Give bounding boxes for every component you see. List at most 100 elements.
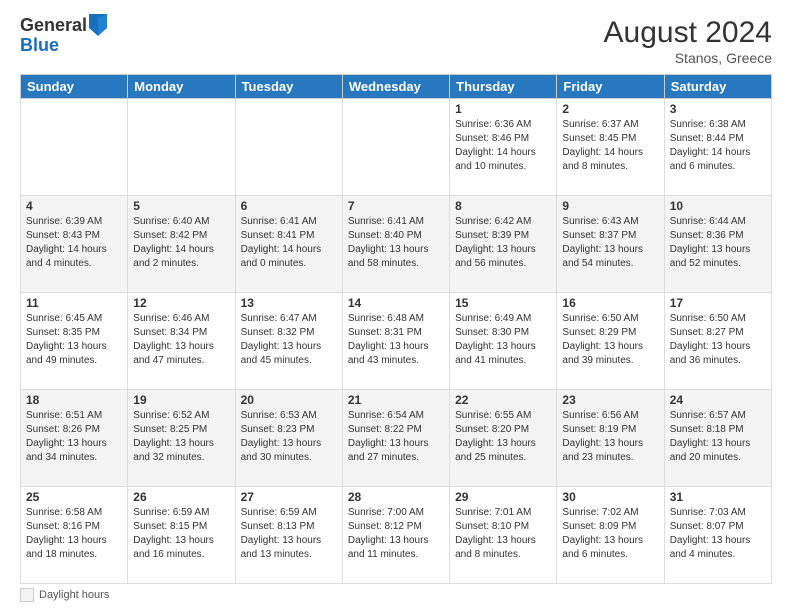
table-row: 14Sunrise: 6:48 AMSunset: 8:31 PMDayligh… <box>342 293 449 390</box>
day-number: 4 <box>26 199 122 213</box>
header-row: Sunday Monday Tuesday Wednesday Thursday… <box>21 75 772 99</box>
day-info: Sunrise: 6:51 AMSunset: 8:26 PMDaylight:… <box>26 409 122 465</box>
table-row: 22Sunrise: 6:55 AMSunset: 8:20 PMDayligh… <box>450 390 557 487</box>
week-row-1: 1 Sunrise: 6:36 AMSunset: 8:46 PMDaylight… <box>21 99 772 196</box>
col-sunday: Sunday <box>21 75 128 99</box>
day-info: Sunrise: 6:50 AMSunset: 8:29 PMDaylight:… <box>562 312 658 368</box>
day-info: Sunrise: 6:37 AMSunset: 8:45 PMDaylight:… <box>562 118 658 174</box>
day-number: 5 <box>133 199 229 213</box>
table-row: 5Sunrise: 6:40 AMSunset: 8:42 PMDaylight… <box>128 196 235 293</box>
table-row: 16 Sunrise: 6:50 AMSunset: 8:29 PMDayligh… <box>557 293 664 390</box>
day-info: Sunrise: 6:59 AMSunset: 8:13 PMDaylight:… <box>241 506 337 562</box>
day-number: 16 <box>562 296 658 310</box>
table-row: 19Sunrise: 6:52 AMSunset: 8:25 PMDayligh… <box>128 390 235 487</box>
logo-icon <box>89 14 107 36</box>
day-info: Sunrise: 6:43 AMSunset: 8:37 PMDaylight:… <box>562 215 658 271</box>
day-number: 3 <box>670 102 766 116</box>
table-row: 6Sunrise: 6:41 AMSunset: 8:41 PMDaylight… <box>235 196 342 293</box>
table-row: 3Sunrise: 6:38 AMSunset: 8:44 PMDaylight… <box>664 99 771 196</box>
day-info: Sunrise: 6:45 AMSunset: 8:35 PMDaylight:… <box>26 312 122 368</box>
day-number: 21 <box>348 393 444 407</box>
calendar: Sunday Monday Tuesday Wednesday Thursday… <box>20 74 772 584</box>
table-row: 21 Sunrise: 6:54 AMSunset: 8:22 PMDayligh… <box>342 390 449 487</box>
week-row-4: 18 Sunrise: 6:51 AMSunset: 8:26 PMDayligh… <box>21 390 772 487</box>
table-row: 9 Sunrise: 6:43 AMSunset: 8:37 PMDaylight… <box>557 196 664 293</box>
table-row <box>128 99 235 196</box>
table-row: 17Sunrise: 6:50 AMSunset: 8:27 PMDayligh… <box>664 293 771 390</box>
table-row: 25 Sunrise: 6:58 AMSunset: 8:16 PMDayligh… <box>21 487 128 584</box>
col-monday: Monday <box>128 75 235 99</box>
location: Stanos, Greece <box>604 50 772 66</box>
day-info: Sunrise: 6:48 AMSunset: 8:31 PMDaylight:… <box>348 312 444 368</box>
table-row: 10Sunrise: 6:44 AMSunset: 8:36 PMDayligh… <box>664 196 771 293</box>
day-info: Sunrise: 6:41 AMSunset: 8:40 PMDaylight:… <box>348 215 444 271</box>
day-number: 26 <box>133 490 229 504</box>
table-row <box>21 99 128 196</box>
month-year: August 2024 <box>604 16 772 50</box>
title-section: August 2024 Stanos, Greece <box>604 16 772 66</box>
header: General Blue August 2024 Stanos, Greece <box>20 16 772 66</box>
day-info: Sunrise: 6:54 AMSunset: 8:22 PMDaylight:… <box>348 409 444 465</box>
day-info: Sunrise: 6:53 AMSunset: 8:23 PMDaylight:… <box>241 409 337 465</box>
col-thursday: Thursday <box>450 75 557 99</box>
day-number: 8 <box>455 199 551 213</box>
col-wednesday: Wednesday <box>342 75 449 99</box>
week-row-5: 25 Sunrise: 6:58 AMSunset: 8:16 PMDayligh… <box>21 487 772 584</box>
table-row: 27 Sunrise: 6:59 AMSunset: 8:13 PMDayligh… <box>235 487 342 584</box>
legend-label: Daylight hours <box>39 589 109 601</box>
day-info: Sunrise: 6:49 AMSunset: 8:30 PMDaylight:… <box>455 312 551 368</box>
logo: General Blue <box>20 16 107 56</box>
table-row: 1 Sunrise: 6:36 AMSunset: 8:46 PMDaylight… <box>450 99 557 196</box>
day-info: Sunrise: 6:36 AMSunset: 8:46 PMDaylight:… <box>455 118 551 174</box>
day-info: Sunrise: 6:57 AMSunset: 8:18 PMDaylight:… <box>670 409 766 465</box>
table-row: 4 Sunrise: 6:39 AMSunset: 8:43 PMDaylight… <box>21 196 128 293</box>
table-row: 11 Sunrise: 6:45 AMSunset: 8:35 PMDayligh… <box>21 293 128 390</box>
day-number: 9 <box>562 199 658 213</box>
col-friday: Friday <box>557 75 664 99</box>
day-number: 25 <box>26 490 122 504</box>
day-number: 15 <box>455 296 551 310</box>
logo-text: General Blue <box>20 16 107 56</box>
day-info: Sunrise: 7:01 AMSunset: 8:10 PMDaylight:… <box>455 506 551 562</box>
day-info: Sunrise: 6:47 AMSunset: 8:32 PMDaylight:… <box>241 312 337 368</box>
logo-blue: Blue <box>20 36 107 56</box>
table-row: 15 Sunrise: 6:49 AMSunset: 8:30 PMDayligh… <box>450 293 557 390</box>
day-number: 19 <box>133 393 229 407</box>
table-row: 8Sunrise: 6:42 AMSunset: 8:39 PMDaylight… <box>450 196 557 293</box>
table-row: 7 Sunrise: 6:41 AMSunset: 8:40 PMDaylight… <box>342 196 449 293</box>
table-row <box>235 99 342 196</box>
col-saturday: Saturday <box>664 75 771 99</box>
day-number: 31 <box>670 490 766 504</box>
week-row-3: 11 Sunrise: 6:45 AMSunset: 8:35 PMDayligh… <box>21 293 772 390</box>
table-row: 28Sunrise: 7:00 AMSunset: 8:12 PMDayligh… <box>342 487 449 584</box>
day-info: Sunrise: 6:44 AMSunset: 8:36 PMDaylight:… <box>670 215 766 271</box>
day-number: 20 <box>241 393 337 407</box>
day-number: 23 <box>562 393 658 407</box>
page: General Blue August 2024 Stanos, Greece … <box>0 0 792 612</box>
day-info: Sunrise: 6:59 AMSunset: 8:15 PMDaylight:… <box>133 506 229 562</box>
legend: Daylight hours <box>20 588 772 602</box>
logo-general: General <box>20 16 87 36</box>
table-row: 23Sunrise: 6:56 AMSunset: 8:19 PMDayligh… <box>557 390 664 487</box>
day-number: 7 <box>348 199 444 213</box>
day-number: 29 <box>455 490 551 504</box>
legend-box <box>20 588 34 602</box>
day-number: 30 <box>562 490 658 504</box>
col-tuesday: Tuesday <box>235 75 342 99</box>
day-number: 28 <box>348 490 444 504</box>
day-info: Sunrise: 7:03 AMSunset: 8:07 PMDaylight:… <box>670 506 766 562</box>
day-number: 27 <box>241 490 337 504</box>
day-info: Sunrise: 6:58 AMSunset: 8:16 PMDaylight:… <box>26 506 122 562</box>
table-row: 24 Sunrise: 6:57 AMSunset: 8:18 PMDayligh… <box>664 390 771 487</box>
day-number: 13 <box>241 296 337 310</box>
table-row: 20 Sunrise: 6:53 AMSunset: 8:23 PMDayligh… <box>235 390 342 487</box>
day-info: Sunrise: 6:39 AMSunset: 8:43 PMDaylight:… <box>26 215 122 271</box>
day-number: 12 <box>133 296 229 310</box>
day-number: 11 <box>26 296 122 310</box>
table-row: 30Sunrise: 7:02 AMSunset: 8:09 PMDayligh… <box>557 487 664 584</box>
week-row-2: 4 Sunrise: 6:39 AMSunset: 8:43 PMDaylight… <box>21 196 772 293</box>
day-number: 1 <box>455 102 551 116</box>
day-number: 24 <box>670 393 766 407</box>
day-number: 18 <box>26 393 122 407</box>
day-number: 6 <box>241 199 337 213</box>
